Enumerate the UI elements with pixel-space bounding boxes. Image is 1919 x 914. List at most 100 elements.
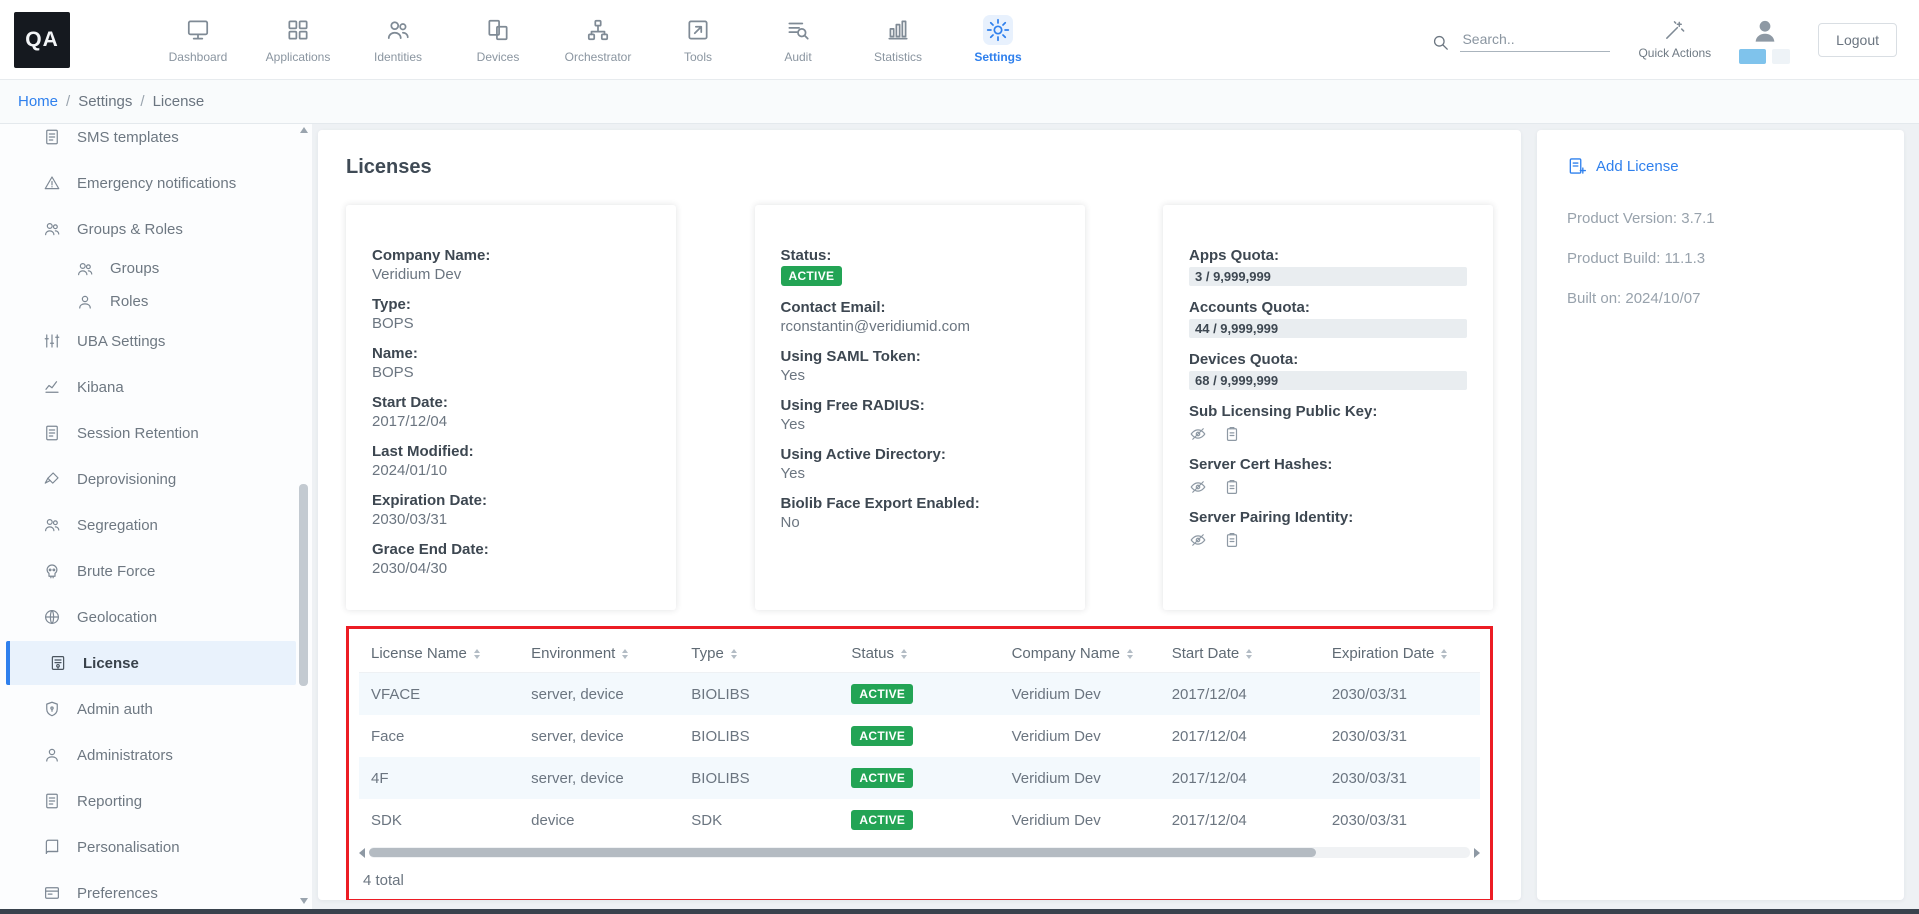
table-cell: 4F — [359, 757, 519, 799]
nav-tools[interactable]: Tools — [648, 15, 748, 64]
nav-audit[interactable]: Audit — [748, 15, 848, 64]
table-horizontal-scrollbar[interactable] — [359, 846, 1480, 859]
sidebar-list: SMS templates Emergency notifications Gr… — [0, 124, 312, 914]
copy-icon[interactable] — [1223, 531, 1241, 549]
sidebar-item-deprovisioning[interactable]: Deprovisioning — [0, 456, 312, 502]
table-cell: ACTIVE — [839, 673, 999, 716]
col-expiration-date[interactable]: Expiration Date — [1320, 637, 1480, 673]
user-icon — [43, 746, 61, 764]
sidebar-item-geolocation[interactable]: Geolocation — [0, 594, 312, 640]
breadcrumb-home[interactable]: Home — [18, 93, 58, 110]
sidebar-item-sms-templates[interactable]: SMS templates — [0, 124, 312, 160]
sidebar-item-label: Segregation — [77, 517, 158, 534]
sidebar-item-preferences[interactable]: Preferences — [0, 870, 312, 914]
sidebar-item-groups-roles[interactable]: Groups & Roles — [0, 206, 312, 252]
nav-settings[interactable]: Settings — [948, 15, 1048, 64]
sidebar-item-admin-auth[interactable]: Admin auth — [0, 686, 312, 732]
nav-statistics[interactable]: Statistics — [848, 15, 948, 64]
export-box-icon — [683, 15, 713, 45]
sidebar-item-label: Administrators — [77, 747, 173, 764]
field-label: Using Active Directory: — [781, 446, 1059, 463]
product-version: Product Version: 3.7.1 — [1567, 210, 1874, 227]
eye-off-icon[interactable] — [1189, 478, 1207, 496]
scroll-left-icon[interactable] — [359, 848, 365, 858]
col-environment[interactable]: Environment — [519, 637, 679, 673]
swatch-blue — [1739, 49, 1766, 64]
skull-icon — [43, 562, 61, 580]
nav-label: Dashboard — [169, 50, 228, 64]
col-license-name[interactable]: License Name — [359, 637, 519, 673]
user-icon — [76, 293, 94, 311]
sort-icon — [474, 649, 480, 659]
bar-chart-icon — [883, 15, 913, 45]
table-cell: SDK — [359, 799, 519, 841]
eye-off-icon[interactable] — [1189, 531, 1207, 549]
app-logo[interactable]: QA — [14, 12, 70, 68]
nav-applications[interactable]: Applications — [248, 15, 348, 64]
nav-label: Devices — [477, 50, 520, 64]
col-type[interactable]: Type — [679, 637, 839, 673]
sidebar-item-brute-force[interactable]: Brute Force — [0, 548, 312, 594]
sidebar-item-session-retention[interactable]: Session Retention — [0, 410, 312, 456]
quota-value: 3 / 9,999,999 — [1189, 267, 1467, 286]
scrollbar-thumb[interactable] — [369, 848, 1316, 857]
field-label: Using SAML Token: — [781, 348, 1059, 365]
search-input[interactable] — [1460, 27, 1610, 52]
sidebar-item-label: Reporting — [77, 793, 142, 810]
nav-orchestrator[interactable]: Orchestrator — [548, 15, 648, 64]
add-license-button[interactable]: Add License — [1567, 156, 1874, 176]
search-icon[interactable] — [1431, 33, 1450, 52]
logout-button[interactable]: Logout — [1818, 23, 1897, 57]
sidebar-item-uba-settings[interactable]: UBA Settings — [0, 318, 312, 364]
column-label: Start Date — [1172, 645, 1240, 662]
sort-icon — [1246, 649, 1252, 659]
scroll-down-icon[interactable] — [300, 898, 308, 904]
user-avatar-icon[interactable] — [1750, 16, 1780, 46]
sidebar-scrollbar[interactable] — [298, 127, 309, 904]
sidebar-item-personalisation[interactable]: Personalisation — [0, 824, 312, 870]
sidebar-item-license[interactable]: License — [6, 641, 296, 685]
copy-icon[interactable] — [1223, 478, 1241, 496]
col-status[interactable]: Status — [839, 637, 999, 673]
table-row[interactable]: VFACE server, device BIOLIBS ACTIVE Veri… — [359, 673, 1480, 716]
grid-icon — [283, 15, 313, 45]
breadcrumb-settings[interactable]: Settings — [78, 93, 132, 110]
field-value: 2030/03/31 — [372, 511, 650, 528]
table-cell: VFACE — [359, 673, 519, 716]
scrollbar-track[interactable] — [369, 847, 1470, 858]
table-cell: 2030/03/31 — [1320, 757, 1480, 799]
sort-icon — [1127, 649, 1133, 659]
scroll-right-icon[interactable] — [1474, 848, 1480, 858]
table-row[interactable]: 4F server, device BIOLIBS ACTIVE Veridiu… — [359, 757, 1480, 799]
document-icon — [43, 128, 61, 146]
table-cell: 2030/03/31 — [1320, 673, 1480, 716]
sidebar-item-administrators[interactable]: Administrators — [0, 732, 312, 778]
copy-icon[interactable] — [1223, 425, 1241, 443]
sidebar-item-reporting[interactable]: Reporting — [0, 778, 312, 824]
sidebar-item-label: License — [83, 655, 139, 672]
table-cell: 2017/12/04 — [1160, 757, 1320, 799]
col-start-date[interactable]: Start Date — [1160, 637, 1320, 673]
breadcrumb-separator: / — [140, 93, 144, 110]
col-company-name[interactable]: Company Name — [1000, 637, 1160, 673]
eye-off-icon[interactable] — [1189, 425, 1207, 443]
sidebar-scrollbar-thumb[interactable] — [299, 484, 308, 686]
sidebar-item-groups[interactable]: Groups — [0, 252, 312, 285]
nav-devices[interactable]: Devices — [448, 15, 548, 64]
field-value: rconstantin@veridiumid.com — [781, 318, 1059, 335]
sidebar-item-emergency-notifications[interactable]: Emergency notifications — [0, 160, 312, 206]
table-row[interactable]: Face server, device BIOLIBS ACTIVE Verid… — [359, 715, 1480, 757]
field-value: 2024/01/10 — [372, 462, 650, 479]
sidebar-item-segregation[interactable]: Segregation — [0, 502, 312, 548]
breadcrumb-license: License — [153, 93, 205, 110]
nav-dashboard[interactable]: Dashboard — [148, 15, 248, 64]
sidebar-item-roles[interactable]: Roles — [0, 285, 312, 318]
scroll-up-icon[interactable] — [300, 127, 308, 133]
quick-actions-button[interactable]: Quick Actions — [1638, 19, 1711, 60]
brush-icon — [43, 470, 61, 488]
nav-identities[interactable]: Identities — [348, 15, 448, 64]
table-row[interactable]: SDK device SDK ACTIVE Veridium Dev 2017/… — [359, 799, 1480, 841]
table-cell: ACTIVE — [839, 799, 999, 841]
sidebar-item-kibana[interactable]: Kibana — [0, 364, 312, 410]
add-license-label: Add License — [1596, 158, 1679, 175]
